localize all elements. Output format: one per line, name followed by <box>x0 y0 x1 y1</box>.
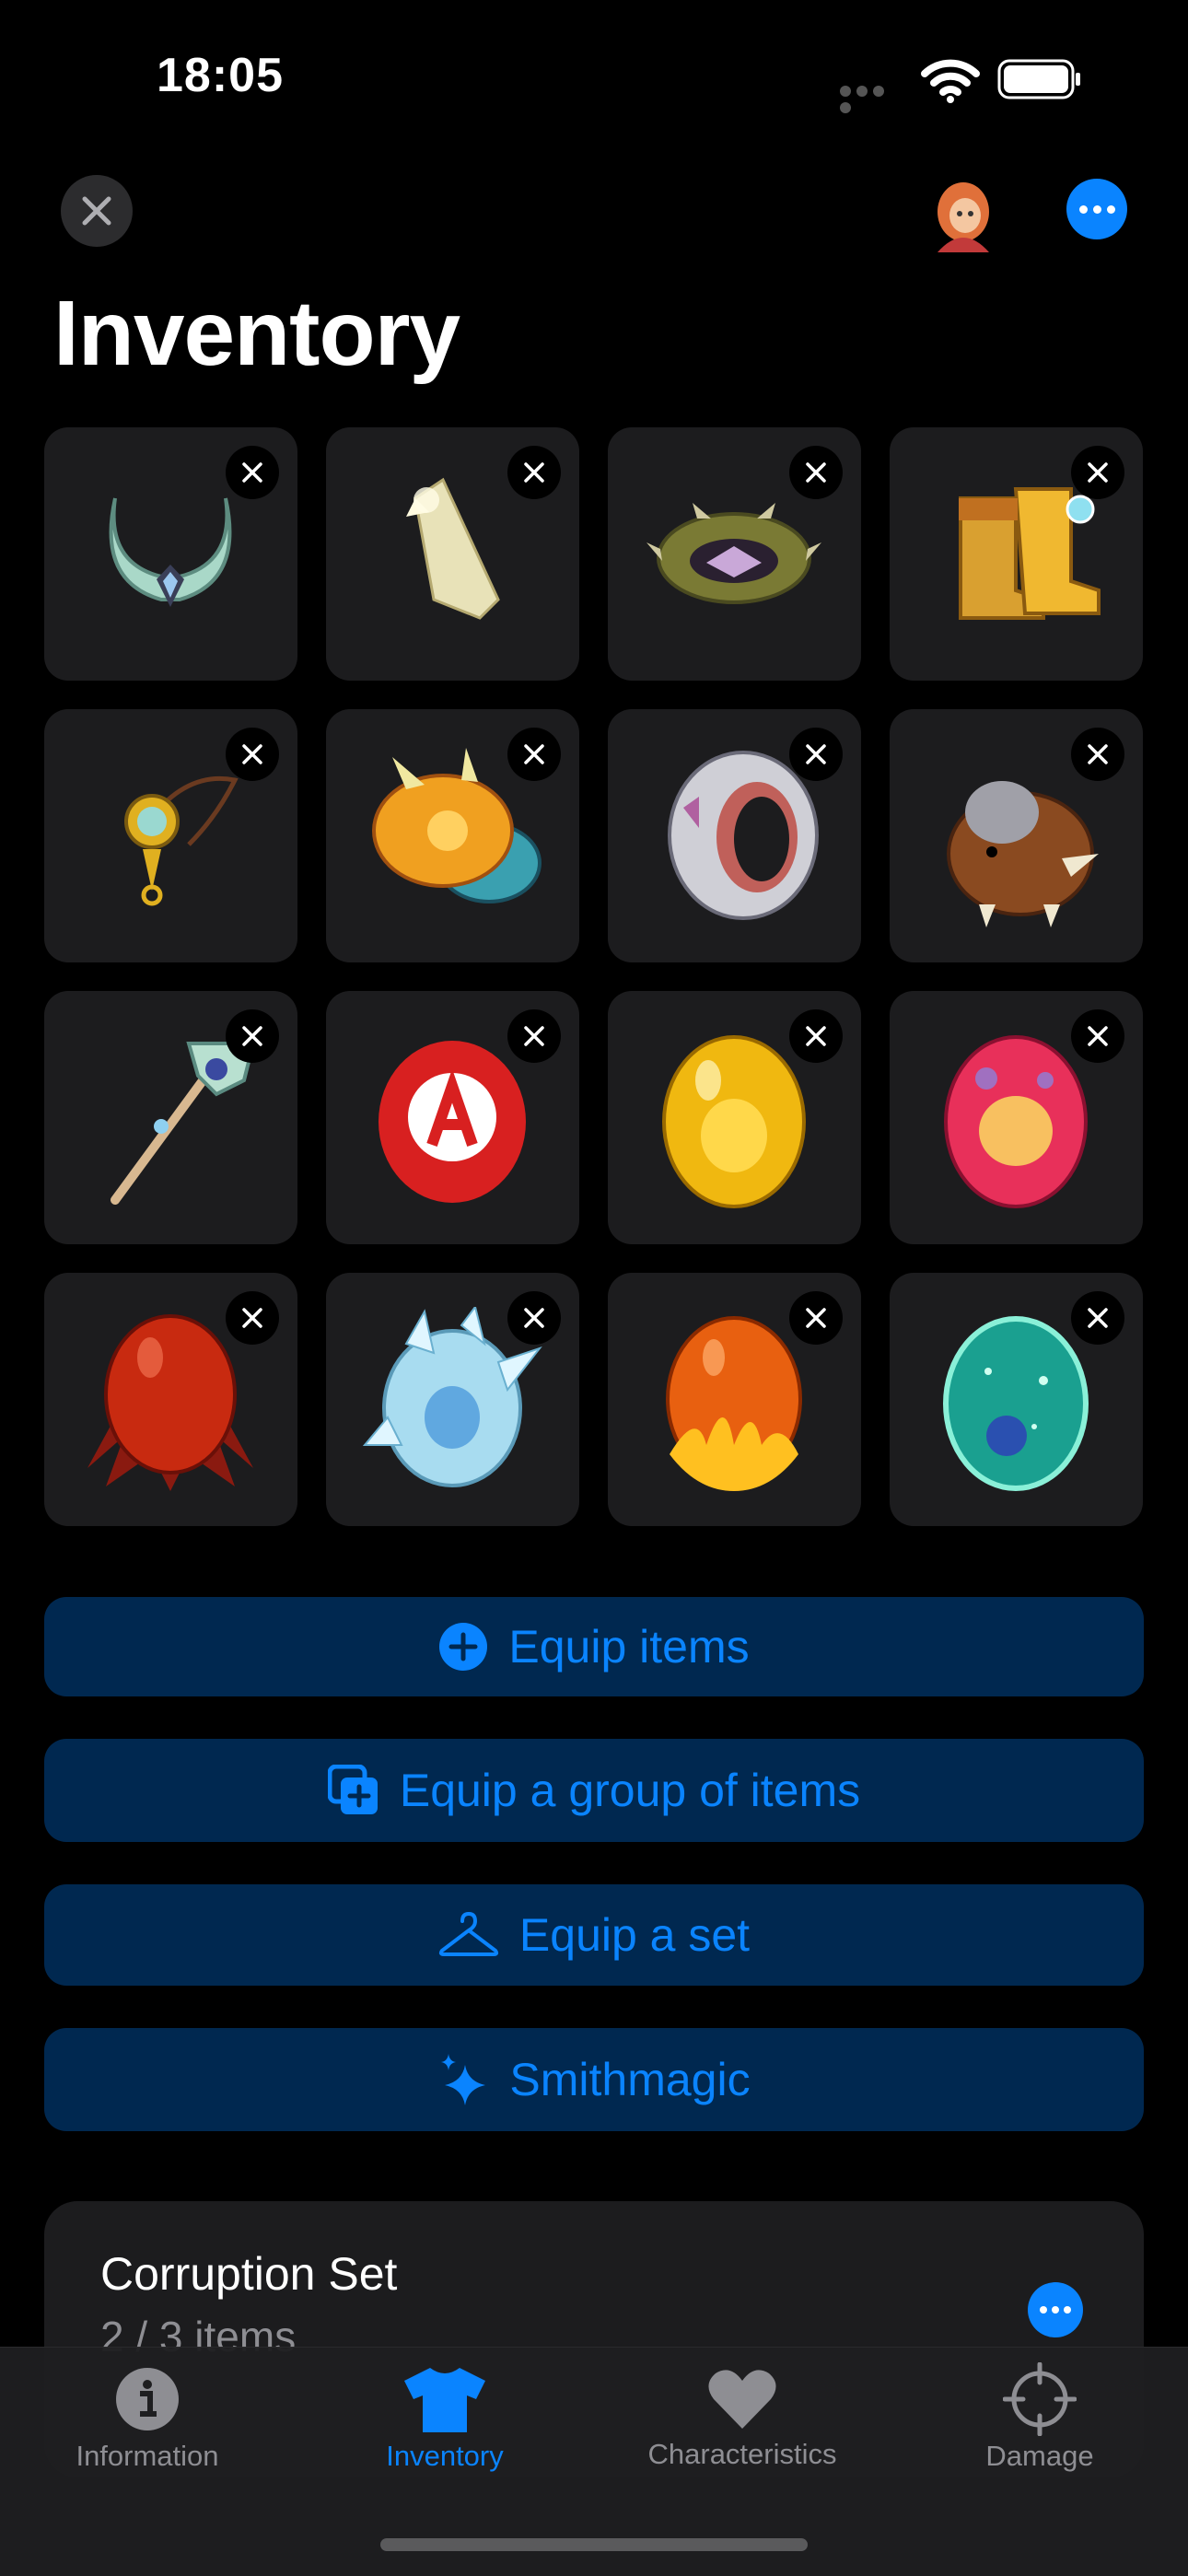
remove-item-button[interactable] <box>226 446 279 499</box>
inventory-item[interactable] <box>44 709 297 962</box>
inventory-item[interactable] <box>608 709 861 962</box>
close-icon <box>806 1308 826 1328</box>
remove-item-button[interactable] <box>507 728 561 781</box>
remove-item-button[interactable] <box>226 1009 279 1063</box>
equip-set-label: Equip a set <box>518 1909 751 1961</box>
remove-item-button[interactable] <box>789 728 843 781</box>
close-icon <box>242 462 262 483</box>
tshirt-icon <box>404 2368 485 2432</box>
tab-damage-label: Damage <box>985 2440 1094 2472</box>
inventory-item[interactable] <box>326 709 579 962</box>
close-button[interactable] <box>61 175 133 247</box>
inventory-item[interactable] <box>44 991 297 1244</box>
tab-characteristics[interactable]: Characteristics <box>604 2366 880 2471</box>
close-icon <box>524 1308 544 1328</box>
inventory-item[interactable] <box>890 427 1143 681</box>
remove-item-button[interactable] <box>1071 446 1124 499</box>
close-icon <box>806 1026 826 1046</box>
page-title: Inventory <box>53 282 460 385</box>
tab-inventory-label: Inventory <box>386 2440 504 2472</box>
heart-icon <box>708 2370 776 2429</box>
signal-icon <box>840 85 904 113</box>
inventory-item[interactable] <box>326 991 579 1244</box>
set-title: Corruption Set <box>100 2248 398 2300</box>
inventory-item[interactable] <box>326 427 579 681</box>
tab-inventory[interactable]: Inventory <box>307 2366 583 2473</box>
remove-item-button[interactable] <box>1071 1009 1124 1063</box>
equip-items-button[interactable]: Equip items <box>44 1597 1144 1696</box>
crosshair-icon <box>1003 2362 1077 2436</box>
home-indicator <box>380 2538 808 2551</box>
close-icon <box>1088 1308 1108 1328</box>
status-time: 18:05 <box>157 49 284 102</box>
remove-item-button[interactable] <box>507 446 561 499</box>
equip-group-label: Equip a group of items <box>399 1765 861 1816</box>
close-icon <box>242 1308 262 1328</box>
close-icon <box>806 744 826 764</box>
equip-set-button[interactable]: Equip a set <box>44 1884 1144 1986</box>
avatar[interactable] <box>919 175 1007 252</box>
inventory-item[interactable] <box>44 427 297 681</box>
close-icon <box>1088 744 1108 764</box>
tab-information[interactable]: Information <box>9 2366 285 2473</box>
remove-item-button[interactable] <box>1071 1291 1124 1345</box>
battery-icon <box>997 59 1080 99</box>
inventory-item[interactable] <box>44 1273 297 1526</box>
remove-item-button[interactable] <box>507 1291 561 1345</box>
plus-circle-icon <box>439 1623 488 1671</box>
remove-item-button[interactable] <box>789 1009 843 1063</box>
inventory-item[interactable] <box>890 1273 1143 1526</box>
remove-item-button[interactable] <box>507 1009 561 1063</box>
remove-item-button[interactable] <box>226 728 279 781</box>
remove-item-button[interactable] <box>226 1291 279 1345</box>
remove-item-button[interactable] <box>789 446 843 499</box>
close-icon <box>1088 462 1108 483</box>
close-icon <box>524 744 544 764</box>
close-icon <box>242 1026 262 1046</box>
inventory-item[interactable] <box>608 1273 861 1526</box>
more-button[interactable] <box>1066 179 1127 239</box>
close-icon <box>242 744 262 764</box>
equip-items-label: Equip items <box>508 1621 750 1673</box>
smithmagic-label: Smithmagic <box>509 2054 751 2105</box>
tab-information-label: Information <box>76 2440 219 2472</box>
inventory-item[interactable] <box>890 709 1143 962</box>
close-icon <box>806 462 826 483</box>
close-icon <box>1088 1026 1108 1046</box>
remove-item-button[interactable] <box>1071 728 1124 781</box>
wifi-icon <box>921 59 980 103</box>
close-icon <box>524 462 544 483</box>
smithmagic-button[interactable]: Smithmagic <box>44 2028 1144 2131</box>
remove-item-button[interactable] <box>789 1291 843 1345</box>
close-icon <box>82 196 111 226</box>
inventory-item[interactable] <box>608 427 861 681</box>
hanger-icon <box>438 1912 498 1956</box>
info-circle-icon <box>116 2368 179 2430</box>
equip-group-button[interactable]: Equip a group of items <box>44 1739 1144 1842</box>
tab-damage[interactable]: Damage <box>902 2362 1178 2473</box>
close-icon <box>524 1026 544 1046</box>
sparkles-icon <box>441 2054 486 2105</box>
inventory-item[interactable] <box>890 991 1143 1244</box>
tab-characteristics-label: Characteristics <box>647 2438 837 2470</box>
square-stack-plus-icon <box>327 1765 378 1814</box>
inventory-grid <box>44 427 1144 1526</box>
inventory-item[interactable] <box>326 1273 579 1526</box>
set-more-button[interactable] <box>1028 2282 1083 2337</box>
inventory-item[interactable] <box>608 991 861 1244</box>
